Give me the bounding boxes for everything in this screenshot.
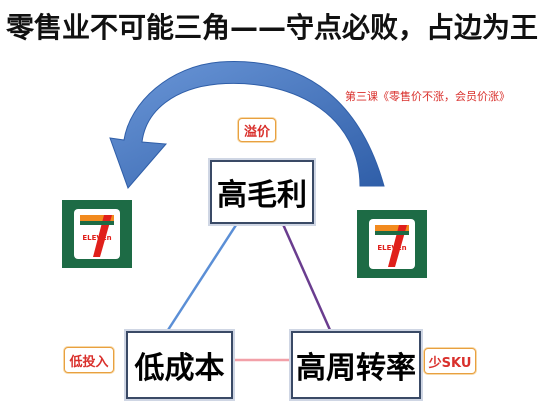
- edge-top-left: [166, 221, 240, 331]
- seven-eleven-logo-icon: ELEVEn: [62, 200, 132, 268]
- node-low-cost: 低成本: [126, 331, 233, 399]
- svg-text:ELEVEn: ELEVEn: [82, 234, 111, 242]
- node-high-margin: 高毛利: [210, 160, 314, 224]
- node-high-turnover: 高周转率: [291, 331, 421, 399]
- tag-fewer-sku: 少SKU: [424, 348, 476, 374]
- tag-low-investment: 低投入: [64, 347, 114, 373]
- edge-top-right: [280, 221, 332, 331]
- svg-text:ELEVEn: ELEVEn: [377, 244, 406, 252]
- seven-eleven-logo-icon: ELEVEn: [357, 210, 427, 278]
- tag-premium: 溢价: [238, 118, 276, 142]
